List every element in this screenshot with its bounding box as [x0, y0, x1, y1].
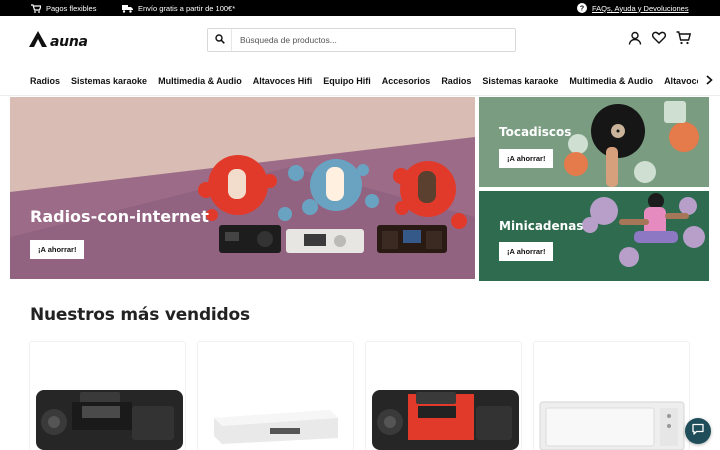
nav-item-radios-2[interactable]: Radios: [441, 76, 471, 86]
minisystems-background: [479, 191, 709, 281]
product-card[interactable]: [534, 342, 689, 450]
nav-item-multimedia[interactable]: Multimedia & Audio: [158, 76, 242, 86]
brand-logo[interactable]: auna: [29, 31, 88, 52]
product-card[interactable]: [198, 342, 353, 450]
product-card[interactable]: [30, 342, 185, 450]
shipping-text: Envío gratis a partir de 100€*: [138, 3, 236, 13]
search-bar[interactable]: [207, 28, 516, 52]
hero-cta-button[interactable]: ¡A ahorrar!: [30, 240, 85, 259]
nav-item-multimedia-2[interactable]: Multimedia & Audio: [569, 76, 653, 86]
turntables-cta-button[interactable]: ¡A ahorrar!: [499, 149, 554, 168]
search-input[interactable]: [232, 30, 502, 50]
nav-item-accessories[interactable]: Accesorios: [382, 76, 431, 86]
top-info-bar: Pagos flexibles Envío gratis a partir de…: [0, 0, 720, 16]
chat-bubble-icon: [692, 422, 704, 440]
help-link[interactable]: ? FAQs, Ayuda y Devoluciones: [577, 0, 689, 16]
minisystems-cta-button[interactable]: ¡A ahorrar!: [499, 242, 554, 261]
nav-item-karaoke-2[interactable]: Sistemas karaoke: [482, 76, 558, 86]
banner-turntables[interactable]: Tocadiscos ¡A ahorrar!: [479, 97, 709, 187]
logo-mark-icon: [29, 31, 47, 52]
flexible-payments: Pagos flexibles: [31, 0, 96, 16]
truck-icon: [122, 4, 133, 13]
turntables-background: [479, 97, 709, 187]
cart-icon: [31, 3, 41, 13]
nav-item-radios[interactable]: Radios: [30, 76, 60, 86]
nav-item-hifi-speakers[interactable]: Altavoces Hifi: [253, 76, 313, 86]
product-image-crank-radio-black: [30, 342, 185, 450]
question-icon: ?: [577, 3, 587, 13]
payments-text: Pagos flexibles: [46, 3, 97, 13]
cart-button[interactable]: [675, 30, 691, 50]
nav-items: Radios Sistemas karaoke Multimedia & Aud…: [30, 66, 720, 95]
search-button[interactable]: [208, 29, 232, 51]
banner-minisystems[interactable]: Minicadenas ¡A ahorrar!: [479, 191, 709, 281]
hero-title: Radios-con-internet: [30, 207, 209, 226]
account-button[interactable]: [627, 31, 643, 50]
chat-button[interactable]: [685, 418, 711, 444]
minisystems-title: Minicadenas: [499, 219, 584, 233]
nav-item-karaoke[interactable]: Sistemas karaoke: [71, 76, 147, 86]
hero-banner-internet-radios[interactable]: Radios-con-internet ¡A ahorrar!: [10, 97, 475, 279]
user-icon: [628, 31, 642, 50]
product-image-white-microwave: [534, 342, 689, 450]
bestsellers-title: Nuestros más vendidos: [30, 305, 250, 325]
wishlist-button[interactable]: [651, 31, 667, 49]
site-header: auna: [0, 16, 720, 66]
nav-item-hifi-equipment[interactable]: Equipo Hifi: [323, 76, 371, 86]
search-icon: [214, 31, 225, 49]
product-card[interactable]: [366, 342, 521, 450]
logo-text: auna: [50, 33, 88, 50]
nav-scroll-right[interactable]: [698, 66, 720, 95]
free-shipping: Envío gratis a partir de 100€*: [122, 0, 235, 16]
help-text[interactable]: FAQs, Ayuda y Devoluciones: [592, 4, 689, 13]
svg-text:?: ?: [580, 6, 584, 13]
heart-icon: [651, 31, 667, 49]
main-navigation: Radios Sistemas karaoke Multimedia & Aud…: [0, 66, 720, 96]
chevron-right-icon: [705, 72, 713, 90]
product-image-white-soundbase: [198, 342, 353, 450]
turntables-title: Tocadiscos: [499, 125, 572, 139]
product-image-crank-radio-red: [366, 342, 521, 450]
shopping-cart-icon: [676, 30, 691, 50]
